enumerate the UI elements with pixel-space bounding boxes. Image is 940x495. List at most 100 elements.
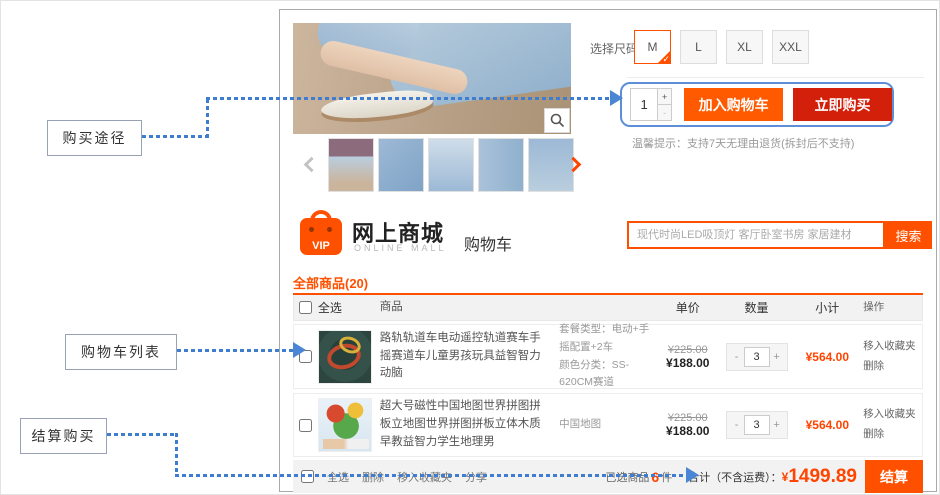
annotation-purchase-path: 购买途径 xyxy=(47,120,142,156)
bag-dot xyxy=(327,227,332,232)
connector-line xyxy=(175,433,178,476)
product-thumbnail[interactable] xyxy=(428,138,474,192)
arrowhead-icon xyxy=(610,90,623,106)
return-policy-tip: 温馨提示：支持7天无理由退货(拆封后不支持) xyxy=(632,135,854,151)
column-product: 商品 xyxy=(380,299,559,317)
arrowhead-icon xyxy=(686,467,699,483)
column-actions: 操作 xyxy=(863,298,922,318)
total-label: 合计（不含运费）： xyxy=(688,469,782,485)
delete-link[interactable]: 删除 xyxy=(863,425,922,445)
decrease-button[interactable]: - xyxy=(730,347,744,367)
item-old-price: ¥225.00 xyxy=(654,412,722,424)
connector-line xyxy=(206,99,209,138)
size-option-xl[interactable]: XL xyxy=(726,30,763,64)
increase-button[interactable]: + xyxy=(770,347,784,367)
item-quantity-value[interactable]: 3 xyxy=(744,347,770,367)
product-photo xyxy=(293,23,571,134)
divider xyxy=(627,77,924,78)
item-spec-line: 颜色分类：SS-620CM赛道 xyxy=(559,357,654,393)
buy-now-button[interactable]: 立即购买 xyxy=(793,88,892,121)
magnifier-button[interactable] xyxy=(544,108,570,133)
column-unit-price: 单价 xyxy=(654,299,722,316)
item-image-map[interactable] xyxy=(318,398,372,452)
item-title[interactable]: 路轨轨道车电动遥控轨道赛车手摇赛道车儿童男孩玩具益智智力动脑 xyxy=(380,330,559,383)
quantity-increase-button[interactable]: + xyxy=(658,88,672,105)
item-actions: 移入收藏夹 删除 xyxy=(863,405,922,445)
select-all-checkbox[interactable] xyxy=(299,301,312,314)
thumbnails-prev-icon[interactable] xyxy=(304,157,320,173)
total-amount: 1499.89 xyxy=(788,466,857,488)
connector-line xyxy=(175,474,688,477)
product-thumbnail[interactable] xyxy=(378,138,424,192)
connector-line xyxy=(206,97,611,100)
size-option-m[interactable]: M ✓ xyxy=(634,30,671,64)
cart-section-title[interactable]: 全部商品(20) xyxy=(293,273,368,292)
size-options: M ✓ L XL XXL xyxy=(634,30,809,64)
thumbnail-strip xyxy=(328,138,574,192)
image-shape xyxy=(323,439,369,449)
quantity-decrease-button[interactable]: - xyxy=(658,105,672,121)
cart-table-header: 全选 商品 单价 数量 小计 操作 xyxy=(293,295,923,321)
shop-panel: 选择尺码: M ✓ L XL XXL 1 + - 加入 xyxy=(279,9,937,492)
size-option-label: L xyxy=(695,40,702,54)
annotation-cart-list: 购物车列表 xyxy=(65,334,177,370)
brand-subtitle: ONLINE MALL xyxy=(354,243,447,253)
product-thumbnail[interactable] xyxy=(328,138,374,192)
item-spec-line: 中国地图 xyxy=(559,416,654,434)
move-to-favorites-link[interactable]: 移入收藏夹 xyxy=(863,405,922,425)
connector-line xyxy=(107,433,178,436)
item-actions: 移入收藏夹 删除 xyxy=(863,337,922,377)
decrease-button[interactable]: - xyxy=(730,415,744,435)
arrowhead-icon xyxy=(293,342,306,358)
search-button[interactable]: 搜索 xyxy=(885,221,932,249)
item-quantity-value[interactable]: 3 xyxy=(744,415,770,435)
item-prices: ¥225.00 ¥188.00 xyxy=(654,344,722,370)
column-quantity: 数量 xyxy=(722,299,792,316)
quantity-stepper: + - xyxy=(658,88,672,121)
size-option-label: XXL xyxy=(779,40,802,54)
item-subtotal: ¥564.00 xyxy=(791,350,863,364)
item-image-racetrack[interactable] xyxy=(318,330,372,384)
size-option-xxl[interactable]: XXL xyxy=(772,30,809,64)
increase-button[interactable]: + xyxy=(770,415,784,435)
photo-shape xyxy=(320,87,434,123)
bag-handle xyxy=(310,210,332,226)
item-old-price: ¥225.00 xyxy=(654,344,722,356)
item-prices: ¥225.00 ¥188.00 xyxy=(654,412,722,438)
connector-line xyxy=(177,349,295,352)
annotation-checkout-purchase: 结算购买 xyxy=(20,418,107,454)
search-input[interactable] xyxy=(627,221,885,249)
screenshot-root: 购买途径 购物车列表 结算购买 xyxy=(0,0,940,495)
bag-dot xyxy=(309,227,314,232)
item-price: ¥188.00 xyxy=(654,424,722,438)
item-spec-line: 套餐类型：电动+手摇配置+2车 xyxy=(559,321,654,357)
add-to-cart-button[interactable]: 加入购物车 xyxy=(684,88,783,121)
column-select-all: 全选 xyxy=(318,299,380,316)
column-subtotal: 小计 xyxy=(791,299,863,316)
item-checkbox[interactable] xyxy=(299,419,312,432)
item-subtotal: ¥564.00 xyxy=(791,418,863,432)
item-quantity-stepper: - 3 + xyxy=(726,343,788,371)
size-option-label: XL xyxy=(737,40,752,54)
delete-link[interactable]: 删除 xyxy=(863,357,922,377)
item-specs: 套餐类型：电动+手摇配置+2车 颜色分类：SS-620CM赛道 xyxy=(559,321,654,392)
cart-item-row: 超大号磁性中国地图世界拼图拼板立地图世界拼图拼板立体木质早教益智力学生地理男 中… xyxy=(293,393,923,457)
checkout-button[interactable]: 结算 xyxy=(865,460,923,493)
vip-badge: VIP xyxy=(300,240,342,252)
check-icon: ✓ xyxy=(662,54,670,65)
shopping-bag-logo-icon: VIP xyxy=(300,218,342,255)
size-option-l[interactable]: L xyxy=(680,30,717,64)
item-quantity-stepper: - 3 + xyxy=(726,411,788,439)
buy-controls-highlight-box: 1 + - 加入购物车 立即购买 xyxy=(620,82,894,127)
item-specs: 中国地图 xyxy=(559,416,654,434)
cart-item-row: 路轨轨道车电动遥控轨道赛车手摇赛道车儿童男孩玩具益智智力动脑 套餐类型：电动+手… xyxy=(293,324,923,389)
size-option-label: M xyxy=(648,40,658,54)
quantity-input[interactable]: 1 xyxy=(630,88,658,121)
total-currency: ¥ xyxy=(782,470,789,484)
product-thumbnail[interactable] xyxy=(478,138,524,192)
move-to-favorites-link[interactable]: 移入收藏夹 xyxy=(863,337,922,357)
connector-line xyxy=(142,135,208,138)
item-price: ¥188.00 xyxy=(654,356,722,370)
page-title: 购物车 xyxy=(464,231,512,255)
item-title[interactable]: 超大号磁性中国地图世界拼图拼板立地图世界拼图拼板立体木质早教益智力学生地理男 xyxy=(380,398,559,451)
